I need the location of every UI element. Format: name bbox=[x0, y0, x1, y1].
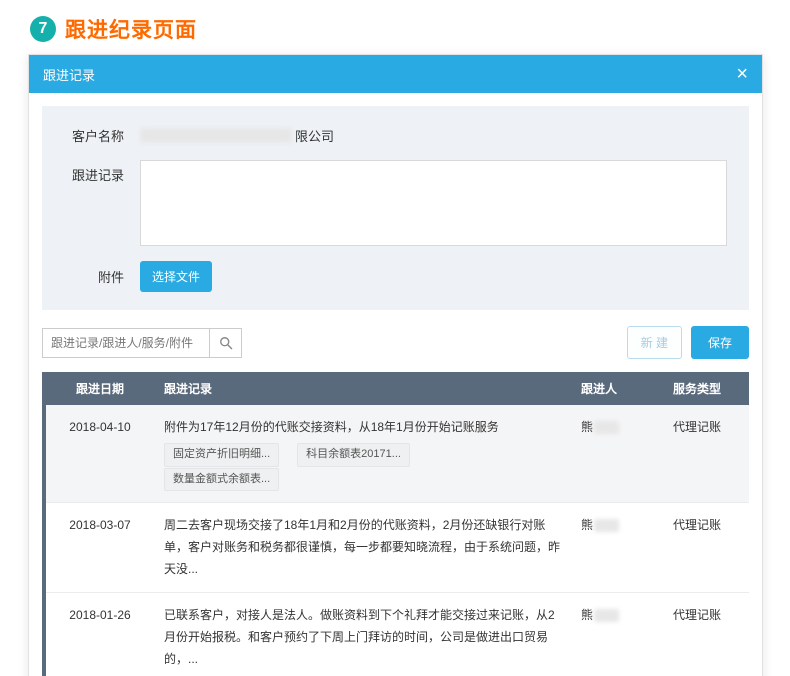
customer-name-label: 客户名称 bbox=[71, 129, 124, 144]
customer-name-row: 客户名称 限公司 bbox=[42, 126, 749, 145]
row-date: 2018-04-10 bbox=[46, 405, 154, 503]
redacted-person-name bbox=[594, 519, 620, 533]
row-service: 代理记账 bbox=[663, 502, 749, 593]
redacted-person-name bbox=[594, 608, 620, 622]
attachment-row: 附件 选择文件 bbox=[42, 261, 749, 292]
person-name-prefix: 熊 bbox=[581, 420, 594, 434]
step-number-badge: 7 bbox=[30, 16, 56, 42]
close-icon[interactable]: × bbox=[736, 64, 748, 84]
row-person: 熊 bbox=[571, 502, 663, 593]
save-button[interactable]: 保存 bbox=[690, 326, 749, 359]
column-header-1: 跟进记录 bbox=[154, 372, 571, 405]
search-input[interactable] bbox=[42, 327, 210, 358]
row-person: 熊 bbox=[571, 592, 663, 676]
table-body: 2018-04-10 附件为17年12月份的代账交接资料，从18年1月份开始记账服… bbox=[46, 405, 749, 676]
form-panel: 客户名称 限公司 跟进记录 附件 选择文件 bbox=[42, 106, 749, 310]
attachment-chip[interactable]: 科目余额表20171... bbox=[297, 443, 410, 467]
row-service: 代理记账 bbox=[663, 405, 749, 503]
column-header-0: 跟进日期 bbox=[46, 372, 154, 405]
column-header-2: 跟进人 bbox=[571, 372, 663, 405]
search-icon bbox=[219, 336, 233, 350]
choose-file-button[interactable]: 选择文件 bbox=[140, 261, 213, 292]
record-label: 跟进记录 bbox=[71, 168, 124, 183]
person-name-prefix: 熊 bbox=[581, 517, 594, 532]
row-date: 2018-03-07 bbox=[46, 502, 154, 593]
table-row[interactable]: 2018-04-10 附件为17年12月份的代账交接资料，从18年1月份开始记账服… bbox=[46, 405, 749, 503]
table-row[interactable]: 2018-01-26 已联系客户，对接人是法人。做账资料到下个礼拜才能交接过来记账… bbox=[46, 592, 749, 676]
person-name-prefix: 熊 bbox=[581, 607, 594, 622]
follow-up-record-modal: 跟进记录 × 客户名称 限公司 跟进记录 附件 选择文件 跟进记录/跟进人/服务… bbox=[28, 54, 763, 676]
page-title: 跟进纪录页面 bbox=[65, 19, 197, 42]
record-textarea[interactable] bbox=[140, 160, 727, 246]
records-table-wrap: 跟进日期 跟进记录 跟进人 服务类型 2018-04-10 附件为17年12月份的代账交… bbox=[42, 372, 749, 676]
step-header: 7 跟进纪录页面 bbox=[0, 0, 790, 54]
records-table: 跟进日期 跟进记录 跟进人 服务类型 2018-04-10 附件为17年12月份的代账交… bbox=[46, 372, 749, 676]
row-record-text: 周二去客户现场交接了18年1月和2月份的代账资料，2月份还缺银行对账单，客户对账… bbox=[164, 517, 561, 577]
column-header-3: 服务类型 bbox=[663, 372, 749, 405]
attachment-label: 附件 bbox=[97, 270, 124, 285]
row-service: 代理记账 bbox=[663, 592, 749, 676]
search-group bbox=[42, 327, 242, 358]
row-record-text: 已联系客户，对接人是法人。做账资料到下个礼拜才能交接过来记账，从2月份开始报税。… bbox=[164, 607, 555, 666]
search-button[interactable] bbox=[209, 327, 242, 358]
table-header-row: 跟进日期 跟进记录 跟进人 服务类型 bbox=[46, 372, 749, 405]
toolbar: 新 建 保存 bbox=[42, 326, 749, 359]
modal-body: 客户名称 限公司 跟进记录 附件 选择文件 跟进记录/跟进人/服务/附件 新 建… bbox=[29, 93, 762, 676]
record-row: 跟进记录 bbox=[42, 160, 749, 246]
action-buttons: 新 建 保存 bbox=[626, 326, 749, 359]
new-button[interactable]: 新 建 bbox=[626, 326, 682, 359]
row-date: 2018-01-26 bbox=[46, 592, 154, 676]
redacted-person-name bbox=[594, 421, 620, 435]
attachment-chip[interactable]: 固定资产折旧明细... bbox=[164, 443, 280, 467]
row-record: 附件为17年12月份的代账交接资料，从18年1月份开始记账服务固定资产折旧明细.… bbox=[154, 405, 571, 503]
customer-name-suffix: 限公司 bbox=[295, 129, 335, 144]
attachment-chip[interactable]: 数量金额式余额表... bbox=[164, 467, 280, 491]
table-row[interactable]: 2018-03-07 周二去客户现场交接了18年1月和2月份的代账资料，2月份还缺… bbox=[46, 502, 749, 593]
redacted-customer-name bbox=[140, 128, 292, 143]
attachment-chips: 固定资产折旧明细... 科目余额表20171... 数量金额式余额表... bbox=[164, 442, 561, 491]
modal-title: 跟进记录 bbox=[43, 67, 96, 83]
modal-header: 跟进记录 × bbox=[29, 55, 762, 93]
row-person: 熊 bbox=[571, 405, 663, 503]
row-record: 周二去客户现场交接了18年1月和2月份的代账资料，2月份还缺银行对账单，客户对账… bbox=[154, 502, 571, 593]
customer-name-value: 限公司 bbox=[140, 126, 334, 145]
row-record-text: 附件为17年12月份的代账交接资料，从18年1月份开始记账服务 bbox=[164, 420, 499, 434]
row-record: 已联系客户，对接人是法人。做账资料到下个礼拜才能交接过来记账，从2月份开始报税。… bbox=[154, 592, 571, 676]
